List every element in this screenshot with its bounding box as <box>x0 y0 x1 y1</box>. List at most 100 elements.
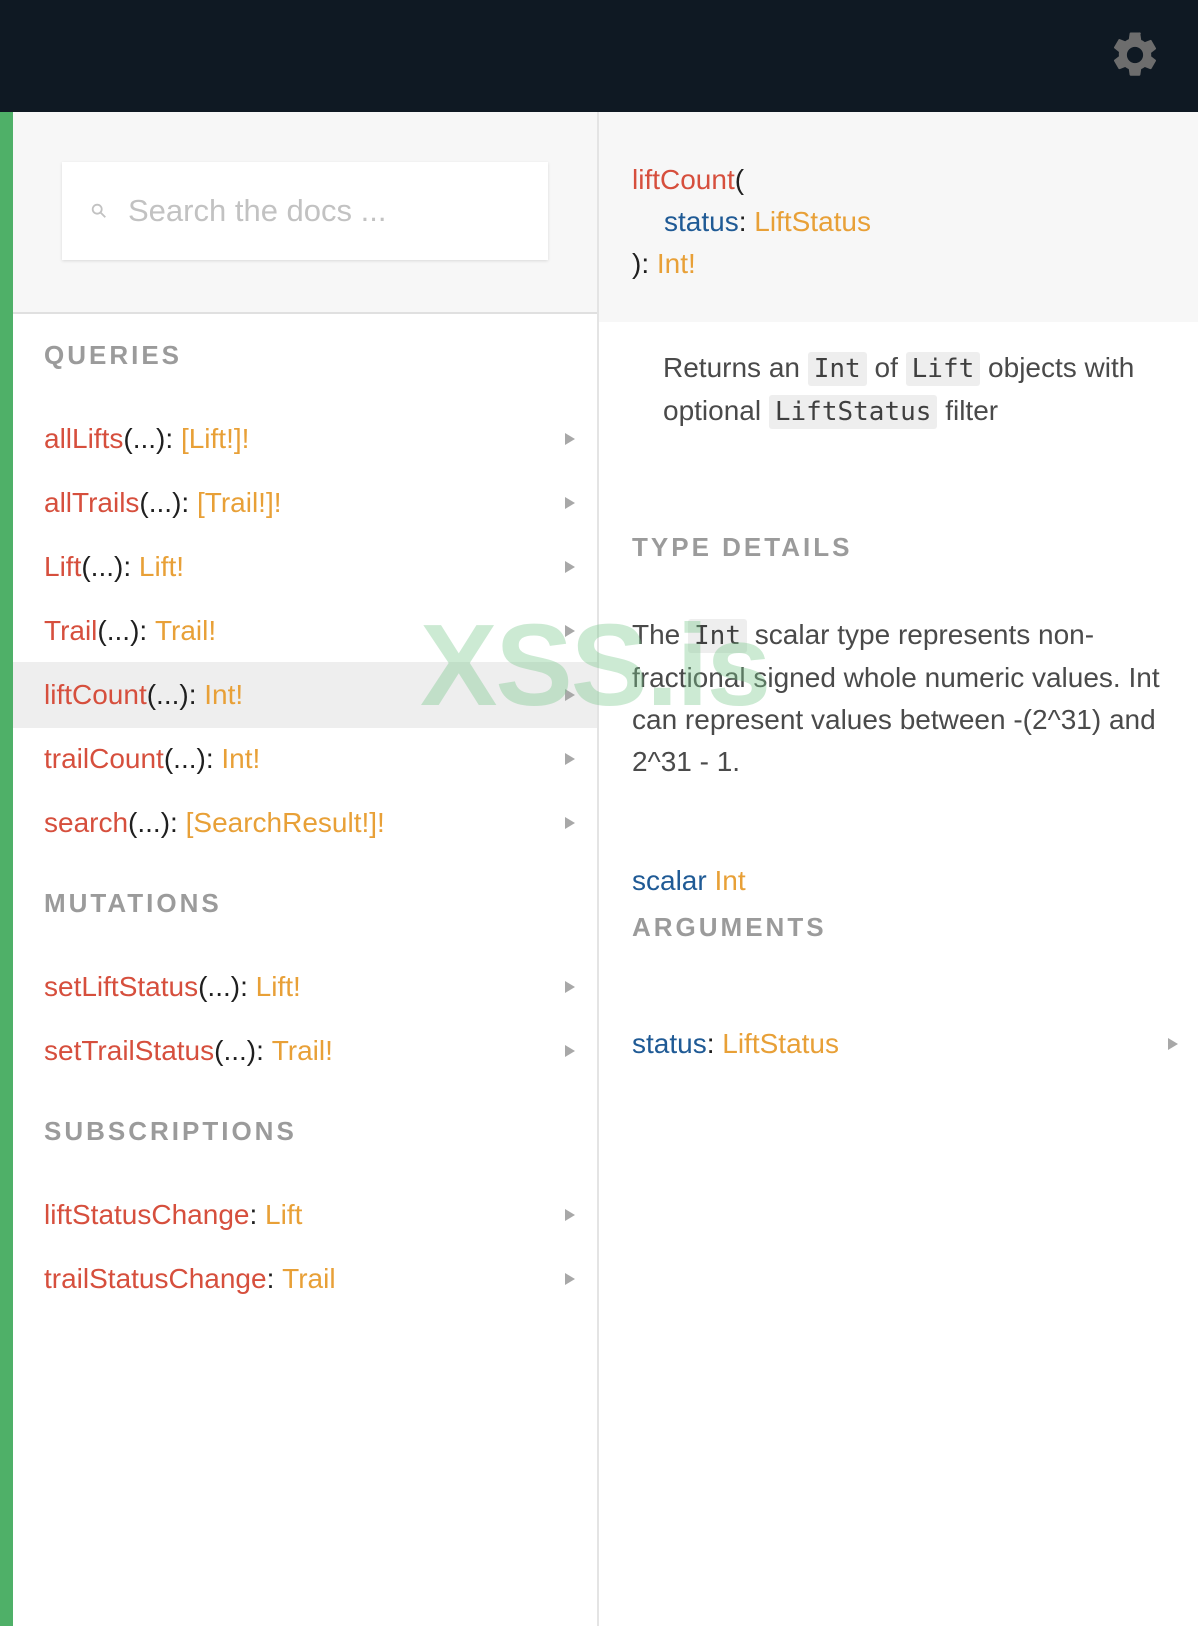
signature-arg-name[interactable]: status <box>664 206 739 237</box>
field-type[interactable]: Lift! <box>139 551 184 583</box>
chevron-right-icon <box>565 753 575 765</box>
search-input[interactable] <box>126 192 510 230</box>
query-row-Trail[interactable]: Trail (...): Trail! <box>13 598 597 664</box>
field-name: allTrails <box>44 487 140 518</box>
field-type[interactable]: Trail <box>282 1263 335 1295</box>
field-type[interactable]: [SearchResult!]! <box>186 807 385 839</box>
doc-explorer-list: QUERIES allLifts(...): [Lift!]! allTrail… <box>13 112 599 1626</box>
desc-text: of <box>866 352 906 383</box>
type-desc-code: Int <box>688 619 747 653</box>
query-row-trailCount[interactable]: trailCount (...): Int! <box>13 726 597 792</box>
field-detail-panel: liftCount( status: LiftStatus ): Int! Re… <box>599 112 1198 1626</box>
chevron-right-icon <box>565 625 575 637</box>
field-sep: : <box>139 615 155 646</box>
arguments-title: ARGUMENTS <box>632 912 827 942</box>
chevron-right-icon <box>1168 1038 1178 1050</box>
field-type[interactable]: Trail! <box>272 1035 333 1067</box>
signature-return-type[interactable]: Int! <box>657 248 696 279</box>
field-args: (...) <box>97 615 140 646</box>
chevron-right-icon <box>565 561 575 573</box>
scalar-definition: scalar Int <box>632 865 746 897</box>
signature-arg-type[interactable]: LiftStatus <box>754 206 871 237</box>
field-name: search <box>44 807 129 838</box>
query-row-allTrails[interactable]: allTrails (...): [Trail!]! <box>13 470 597 536</box>
argument-type[interactable]: LiftStatus <box>722 1028 839 1060</box>
signature-line-2: status: LiftStatus <box>664 206 871 238</box>
field-name: trailStatusChange <box>44 1263 267 1294</box>
field-args: (...) <box>214 1035 257 1066</box>
signature-field-name: liftCount <box>632 164 735 195</box>
chevron-right-icon <box>565 497 575 509</box>
field-type[interactable]: Int! <box>221 743 260 775</box>
chevron-right-icon <box>565 1209 575 1221</box>
field-name: allLifts <box>44 423 124 454</box>
search-box[interactable] <box>62 162 548 260</box>
section-title-subscriptions: SUBSCRIPTIONS <box>44 1116 297 1146</box>
field-sep: : <box>266 1263 283 1294</box>
section-title-mutations: MUTATIONS <box>44 888 222 918</box>
field-sep: : <box>205 743 222 774</box>
chevron-right-icon <box>565 981 575 993</box>
field-type[interactable]: Int! <box>204 679 243 711</box>
field-name: liftStatusChange <box>44 1199 250 1230</box>
signature-line-3: ): Int! <box>632 248 696 280</box>
field-type[interactable]: Lift! <box>256 971 301 1003</box>
section-title-queries: QUERIES <box>44 340 183 370</box>
search-icon <box>91 203 106 218</box>
field-name: liftCount <box>44 679 147 710</box>
desc-text: filter <box>937 395 999 426</box>
field-sep: : <box>249 1199 266 1230</box>
field-args: (...) <box>163 743 206 774</box>
chevron-right-icon <box>565 433 575 445</box>
desc-text: Returns an <box>663 352 808 383</box>
field-type[interactable]: [Lift!]! <box>181 423 249 455</box>
chevron-right-icon <box>565 1273 575 1285</box>
scalar-keyword: scalar <box>632 865 707 896</box>
field-sep: : <box>256 1035 272 1066</box>
signature-arg-sep: : <box>738 206 755 237</box>
field-name: setTrailStatus <box>44 1035 215 1066</box>
field-signature: liftCount( status: LiftStatus ): Int! <box>599 112 1198 322</box>
subscription-row-trailStatusChange[interactable]: trailStatusChange: Trail <box>13 1246 597 1312</box>
field-args: (...) <box>146 679 189 710</box>
signature-close: ): <box>632 248 657 279</box>
field-args: (...) <box>139 487 182 518</box>
top-bar <box>0 0 1198 112</box>
gear-icon[interactable] <box>1108 28 1162 82</box>
argument-name: status <box>632 1028 707 1059</box>
field-sep: : <box>170 807 186 838</box>
query-row-Lift[interactable]: Lift (...): Lift! <box>13 534 597 600</box>
chevron-right-icon <box>565 1045 575 1057</box>
field-sep: : <box>240 971 256 1002</box>
signature-line-1: liftCount( <box>632 164 744 196</box>
argument-row-status[interactable]: status: LiftStatus <box>599 1014 1198 1074</box>
type-desc-text: The <box>632 619 689 650</box>
mutation-row-setLiftStatus[interactable]: setLiftStatus (...): Lift! <box>13 954 597 1020</box>
chevron-right-icon <box>565 817 575 829</box>
field-type[interactable]: Lift <box>265 1199 302 1231</box>
subscription-row-liftStatusChange[interactable]: liftStatusChange: Lift <box>13 1182 597 1248</box>
desc-code: LiftStatus <box>768 395 938 429</box>
query-row-allLifts[interactable]: allLifts (...): [Lift!]! <box>13 406 597 472</box>
type-description: The Int scalar type represents non-fract… <box>632 614 1172 783</box>
field-type[interactable]: [Trail!]! <box>197 487 282 519</box>
field-name: Lift <box>44 551 82 582</box>
side-accent-strip <box>0 112 13 1626</box>
field-name: Trail <box>44 615 98 646</box>
type-details-title: TYPE DETAILS <box>632 532 853 562</box>
field-sep: : <box>165 423 181 454</box>
field-name: setLiftStatus <box>44 971 199 1002</box>
field-sep: : <box>123 551 139 582</box>
desc-code: Int <box>807 352 867 386</box>
query-row-liftCount[interactable]: liftCount (...): Int! <box>13 662 597 728</box>
field-name: trailCount <box>44 743 164 774</box>
argument-sep: : <box>706 1028 723 1059</box>
field-args: (...) <box>198 971 241 1002</box>
field-type[interactable]: Trail! <box>155 615 216 647</box>
field-args: (...) <box>123 423 166 454</box>
field-args: (...) <box>128 807 171 838</box>
chevron-right-icon <box>565 689 575 701</box>
query-row-search[interactable]: search (...): [SearchResult!]! <box>13 790 597 856</box>
signature-open-paren: ( <box>734 164 745 195</box>
mutation-row-setTrailStatus[interactable]: setTrailStatus (...): Trail! <box>13 1018 597 1084</box>
